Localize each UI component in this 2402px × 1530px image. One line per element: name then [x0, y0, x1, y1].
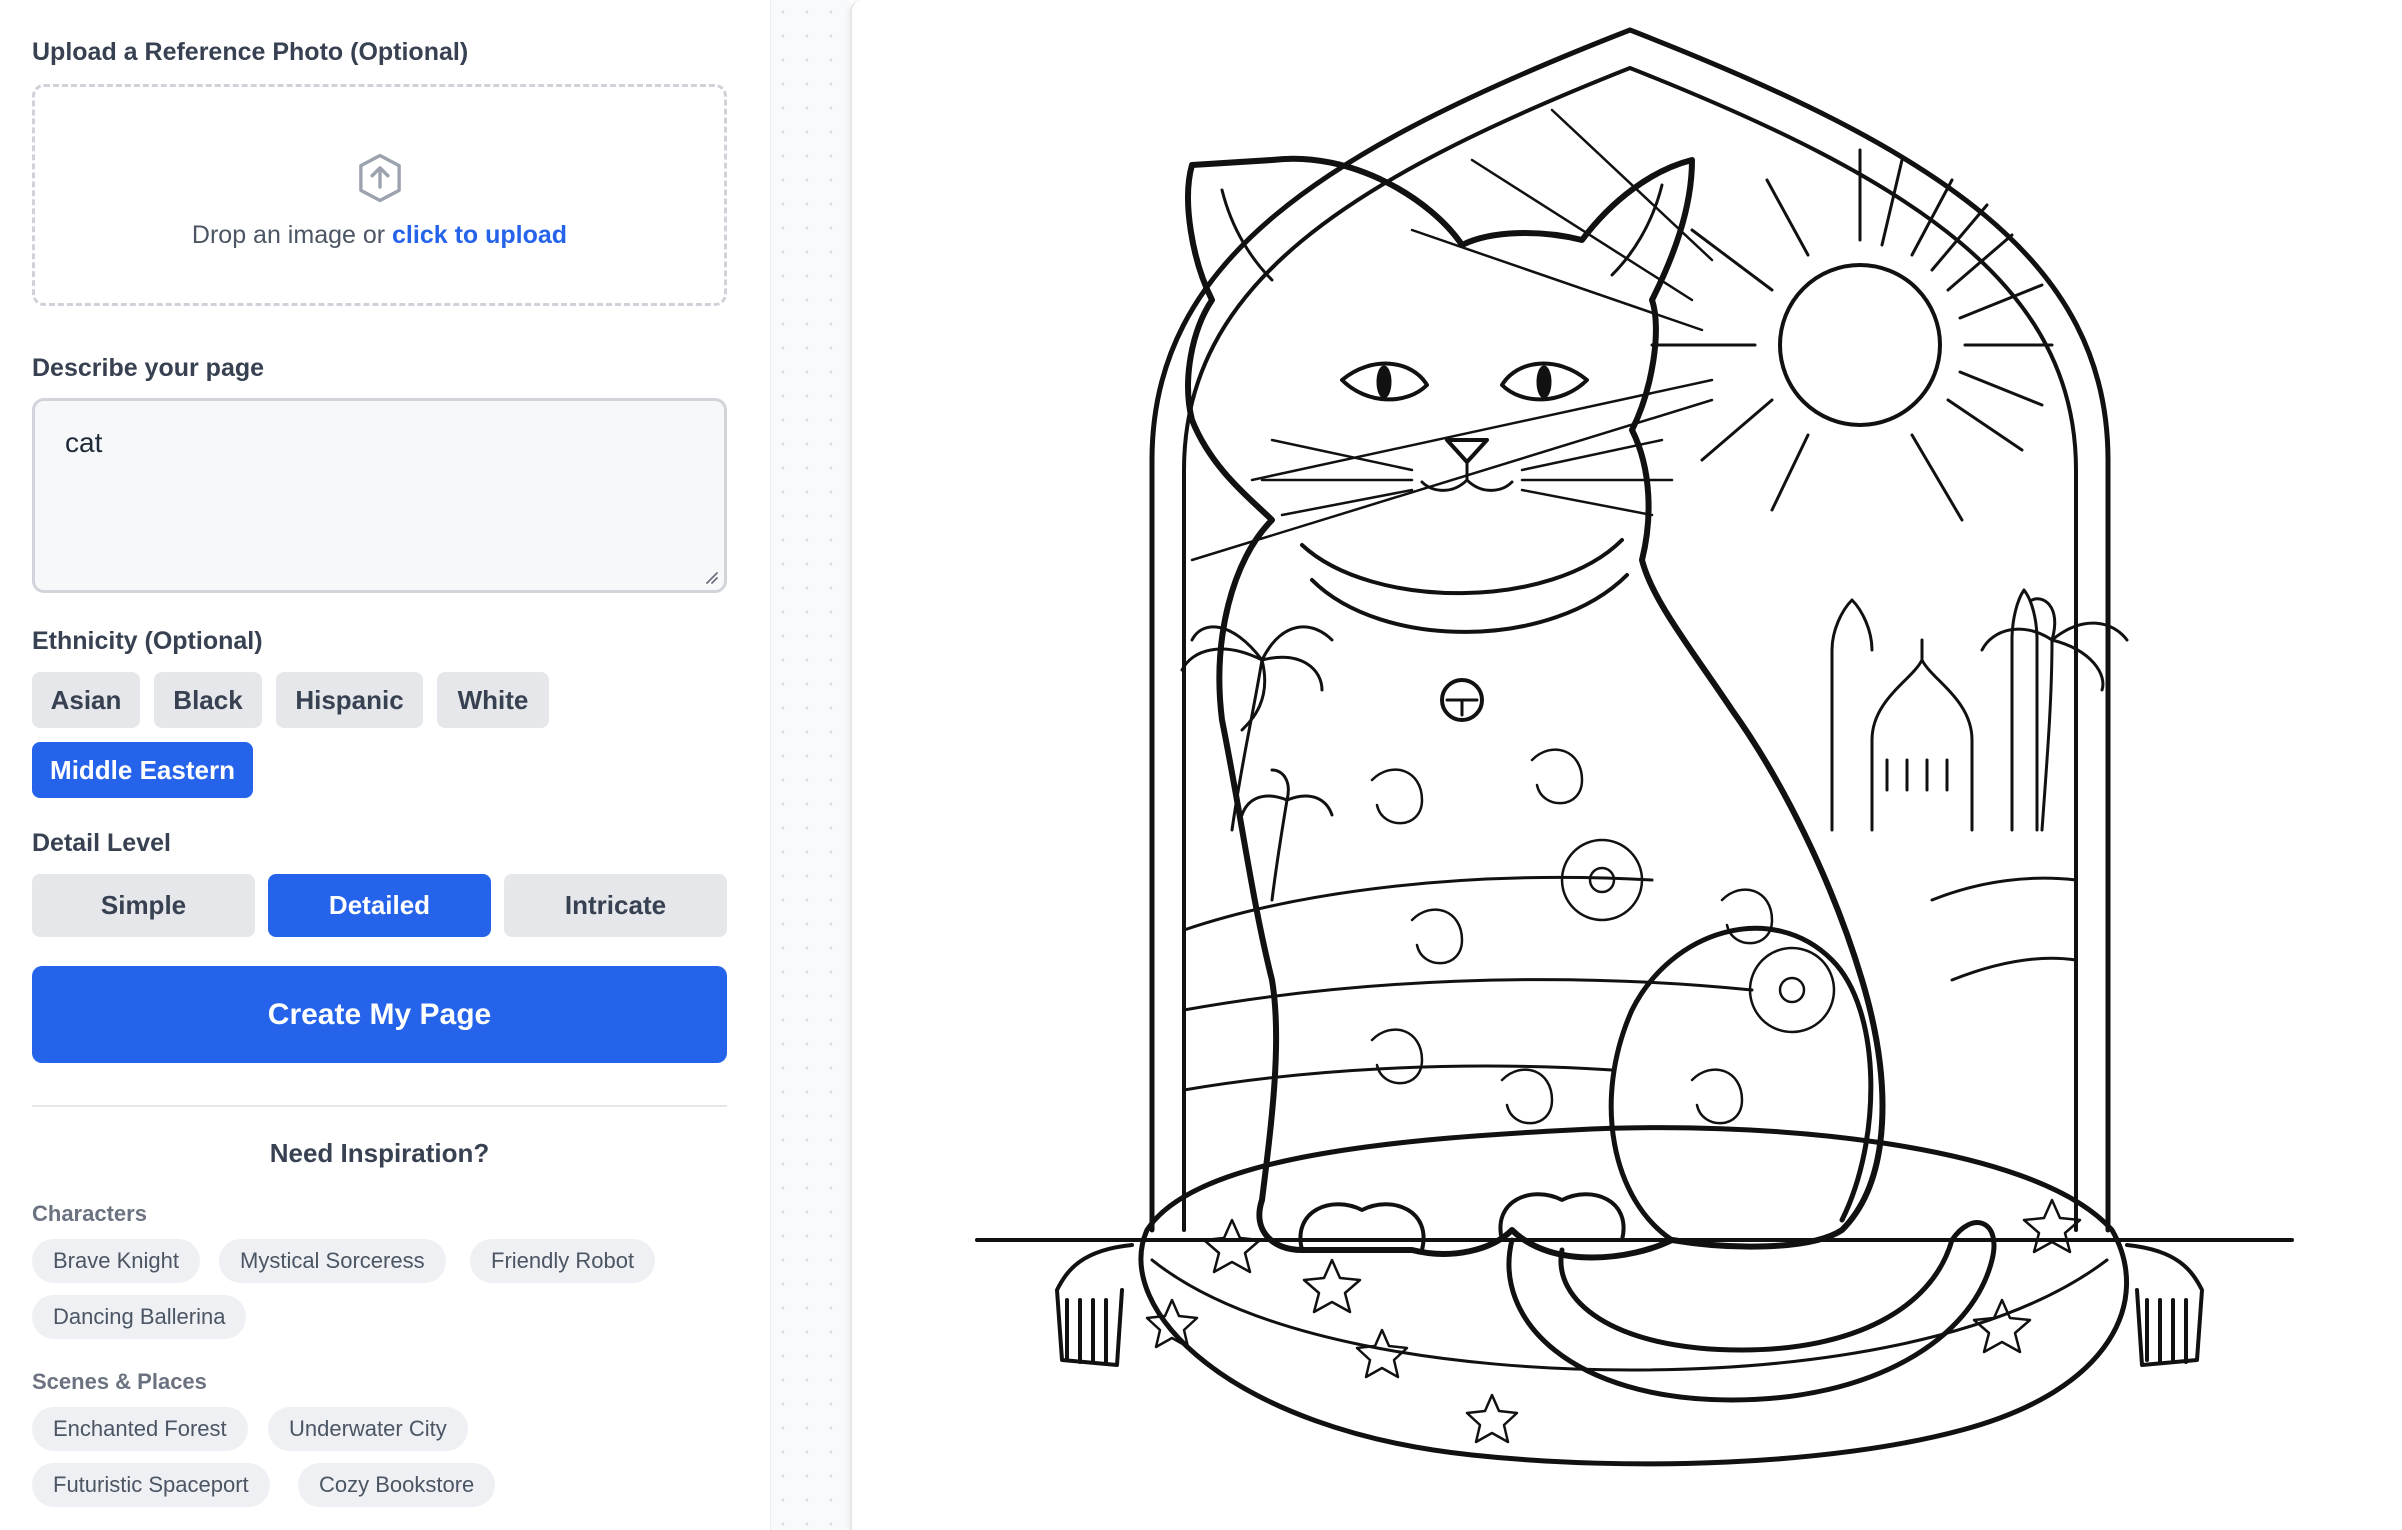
ethnicity-label: Ethnicity (Optional) — [32, 627, 263, 655]
detail-level-label: Detail Level — [32, 829, 171, 857]
drop-text: Drop an image or click to upload — [191, 220, 568, 249]
describe-label: Describe your page — [32, 354, 265, 382]
detail-simple-button[interactable]: Simple — [32, 874, 255, 937]
group-label-scenes-places: Scenes & Places — [32, 1369, 207, 1394]
sidebar: Upload a Reference Photo (Optional) Drop… — [0, 0, 770, 1530]
resize-grip-icon[interactable] — [702, 568, 718, 584]
description-textarea[interactable]: cat — [32, 398, 727, 593]
inspiration-pill-enchanted-forest[interactable]: Enchanted Forest — [32, 1407, 248, 1451]
create-page-button[interactable]: Create My Page — [32, 966, 727, 1063]
divider — [32, 1105, 727, 1107]
inspiration-pill-mystical-sorceress[interactable]: Mystical Sorceress — [219, 1239, 446, 1283]
coloring-page-preview — [850, 0, 2402, 1530]
ethnicity-chip-middle-eastern[interactable]: Middle Eastern — [32, 742, 253, 798]
group-label-characters: Characters — [32, 1201, 147, 1226]
inspiration-pill-brave-knight[interactable]: Brave Knight — [32, 1239, 200, 1283]
detail-detailed-button[interactable]: Detailed — [268, 874, 491, 937]
ethnicity-chip-hispanic[interactable]: Hispanic — [276, 672, 423, 728]
ethnicity-chip-white[interactable]: White — [437, 672, 549, 728]
description-value: cat — [65, 427, 103, 458]
inspiration-pill-futuristic-spaceport[interactable]: Futuristic Spaceport — [32, 1463, 270, 1507]
detail-intricate-button[interactable]: Intricate — [504, 874, 727, 937]
inspiration-pill-dancing-ballerina[interactable]: Dancing Ballerina — [32, 1295, 247, 1339]
upload-label: Upload a Reference Photo (Optional) — [32, 38, 469, 66]
inspiration-pill-cozy-bookstore[interactable]: Cozy Bookstore — [298, 1463, 496, 1507]
inspiration-pill-underwater-city[interactable]: Underwater City — [268, 1407, 468, 1451]
ethnicity-chip-black[interactable]: Black — [154, 672, 262, 728]
inspiration-title: Need Inspiration? — [269, 1138, 490, 1168]
inspiration-pill-friendly-robot[interactable]: Friendly Robot — [470, 1239, 656, 1283]
ethnicity-chip-asian[interactable]: Asian — [32, 672, 140, 728]
upload-icon — [358, 153, 401, 202]
coloring-page-illustration — [975, 27, 2294, 1467]
canvas-gutter — [770, 0, 850, 1530]
click-to-upload-link[interactable]: click to upload — [392, 221, 567, 249]
image-dropzone[interactable]: Drop an image or click to upload — [32, 84, 727, 306]
